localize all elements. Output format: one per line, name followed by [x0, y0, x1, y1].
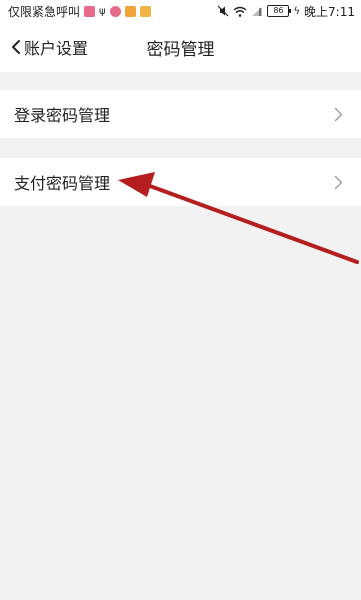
- annotation-arrow: [118, 172, 359, 264]
